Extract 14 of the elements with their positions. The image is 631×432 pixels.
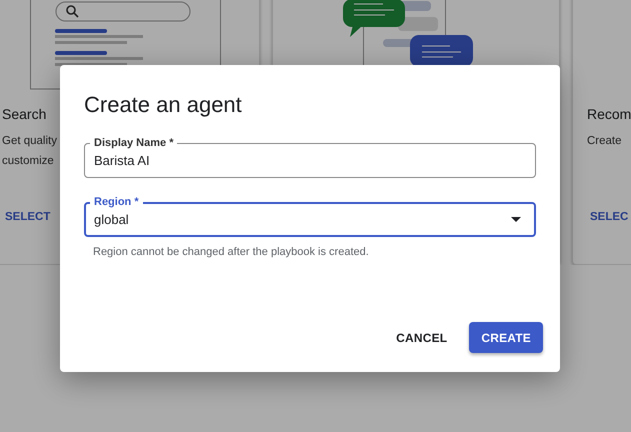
create-button[interactable]: CREATE xyxy=(469,322,543,353)
dropdown-caret-icon xyxy=(511,217,521,222)
card-title: Recom xyxy=(587,105,631,124)
dialog-title: Create an agent xyxy=(84,91,243,119)
field-label: Region * xyxy=(90,195,143,209)
card-title: Search xyxy=(2,105,46,124)
select-button[interactable]: SELEC xyxy=(590,209,628,226)
helper-text: Region cannot be changed after the playbook is created. xyxy=(93,245,370,260)
card-description-line: Get quality xyxy=(2,134,57,149)
field-label: Display Name * xyxy=(90,136,178,150)
cancel-button[interactable]: CANCEL xyxy=(384,322,460,353)
card-description-line: Create xyxy=(587,134,622,149)
card-description-line: customize xyxy=(2,154,54,169)
select-button[interactable]: SELECT xyxy=(5,209,50,226)
